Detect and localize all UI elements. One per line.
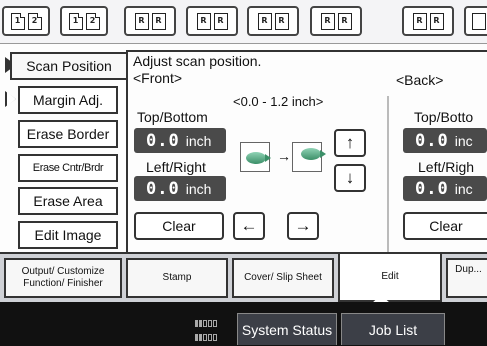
tab-edit[interactable]: Edit <box>338 254 442 302</box>
back-clear-button[interactable]: Clear <box>403 212 487 240</box>
page-icon: R <box>134 12 149 30</box>
original-preview-icon <box>240 142 271 172</box>
value-number: 0.0 <box>146 178 180 199</box>
front-top-bottom-field[interactable]: 0.0 inch <box>134 128 226 153</box>
tab-erase-border[interactable]: Erase Border <box>18 120 118 148</box>
tab-erase-cntr-brdr[interactable]: Erase Cntr/Brdr <box>18 154 118 182</box>
combine-mode-more-button[interactable] <box>464 6 487 36</box>
combine-mode-4-button[interactable]: R R <box>310 6 362 36</box>
back-left-right-field[interactable]: 0.0 inc <box>403 176 487 201</box>
job-indicator-icon <box>195 326 225 341</box>
page-icon: R <box>213 12 228 30</box>
left-arrow-button[interactable]: ← <box>233 212 265 240</box>
shifted-preview-icon <box>292 142 326 172</box>
tab-output-customize[interactable]: Output/ Customize Function/ Finisher <box>4 258 122 298</box>
value-unit: inc <box>454 132 473 149</box>
value-unit: inch <box>185 132 212 149</box>
back-label: <Back> <box>396 72 444 88</box>
edit-panel: Scan Position Margin Adj. Erase Border E… <box>0 44 487 252</box>
page-icon: R <box>274 12 289 30</box>
page-icon: R <box>257 12 272 30</box>
front-back-divider <box>387 96 389 252</box>
job-indicator-icon <box>195 312 225 327</box>
instruction-text: Adjust scan position. <box>133 53 262 69</box>
front-label: <Front> <box>133 70 183 86</box>
tab-dup[interactable]: Dup... <box>446 258 487 298</box>
arrow-fill-icon <box>7 92 16 106</box>
tab-stamp[interactable]: Stamp <box>126 258 228 298</box>
page-icon: 1 <box>68 12 83 30</box>
preview-arrow-icon: → <box>277 148 291 164</box>
tab-edit-image[interactable]: Edit Image <box>18 221 118 249</box>
value-unit: inc <box>454 180 473 197</box>
system-status-button[interactable]: System Status <box>237 313 337 345</box>
mode-icon-toolbar: 1 2 1 2 R R R R R R R R R R <box>0 0 487 44</box>
front-left-right-field[interactable]: 0.0 inch <box>134 176 226 201</box>
duplex-1-to-2-button[interactable]: 1 2 <box>2 6 50 36</box>
value-number: 0.0 <box>415 178 449 199</box>
combine-mode-2-button[interactable]: R R <box>186 6 238 36</box>
page-icon: R <box>337 12 352 30</box>
value-number: 0.0 <box>146 130 180 151</box>
combine-mode-3-button[interactable]: R R <box>247 6 299 36</box>
page-icon: R <box>151 12 166 30</box>
combine-mode-5-button[interactable]: R R <box>402 6 454 36</box>
page-icon: 1 <box>10 12 25 30</box>
value-unit: inch <box>185 180 212 197</box>
tab-erase-area[interactable]: Erase Area <box>18 187 118 215</box>
front-clear-button[interactable]: Clear <box>134 212 224 240</box>
down-arrow-button[interactable]: ↓ <box>334 164 366 192</box>
duplex-2-to-2-button[interactable]: 1 2 <box>60 6 108 36</box>
page-icon: 2 <box>27 12 42 30</box>
tab-scan-position[interactable]: Scan Position <box>10 52 126 80</box>
status-bar: System Status Job List <box>0 302 487 346</box>
back-top-bottom-field[interactable]: 0.0 inc <box>403 128 487 153</box>
fish-icon <box>301 148 326 160</box>
page-icon <box>472 12 486 30</box>
back-left-right-label: Left/Righ <box>418 159 475 175</box>
page-icon: 2 <box>85 12 100 30</box>
job-list-button[interactable]: Job List <box>341 313 445 345</box>
fish-icon <box>246 152 271 164</box>
right-arrow-button[interactable]: → <box>287 212 319 240</box>
value-number: 0.0 <box>415 130 449 151</box>
up-arrow-button[interactable]: ↑ <box>334 129 366 157</box>
tab-margin-adj[interactable]: Margin Adj. <box>18 86 118 114</box>
front-left-right-label: Left/Right <box>146 159 206 175</box>
tab-cover-slip-sheet[interactable]: Cover/ Slip Sheet <box>232 258 334 298</box>
front-top-bottom-label: Top/Bottom <box>137 109 208 125</box>
page-icon: R <box>196 12 211 30</box>
function-tab-bar: Output/ Customize Function/ Finisher Sta… <box>0 252 487 302</box>
combine-mode-1-button[interactable]: R R <box>124 6 176 36</box>
range-label: <0.0 - 1.2 inch> <box>233 94 324 109</box>
page-icon: R <box>429 12 444 30</box>
back-top-bottom-label: Top/Botto <box>414 109 474 125</box>
copier-screen: 1 2 1 2 R R R R R R R R R R Scan Positio… <box>0 0 487 346</box>
page-icon: R <box>320 12 335 30</box>
page-icon: R <box>412 12 427 30</box>
